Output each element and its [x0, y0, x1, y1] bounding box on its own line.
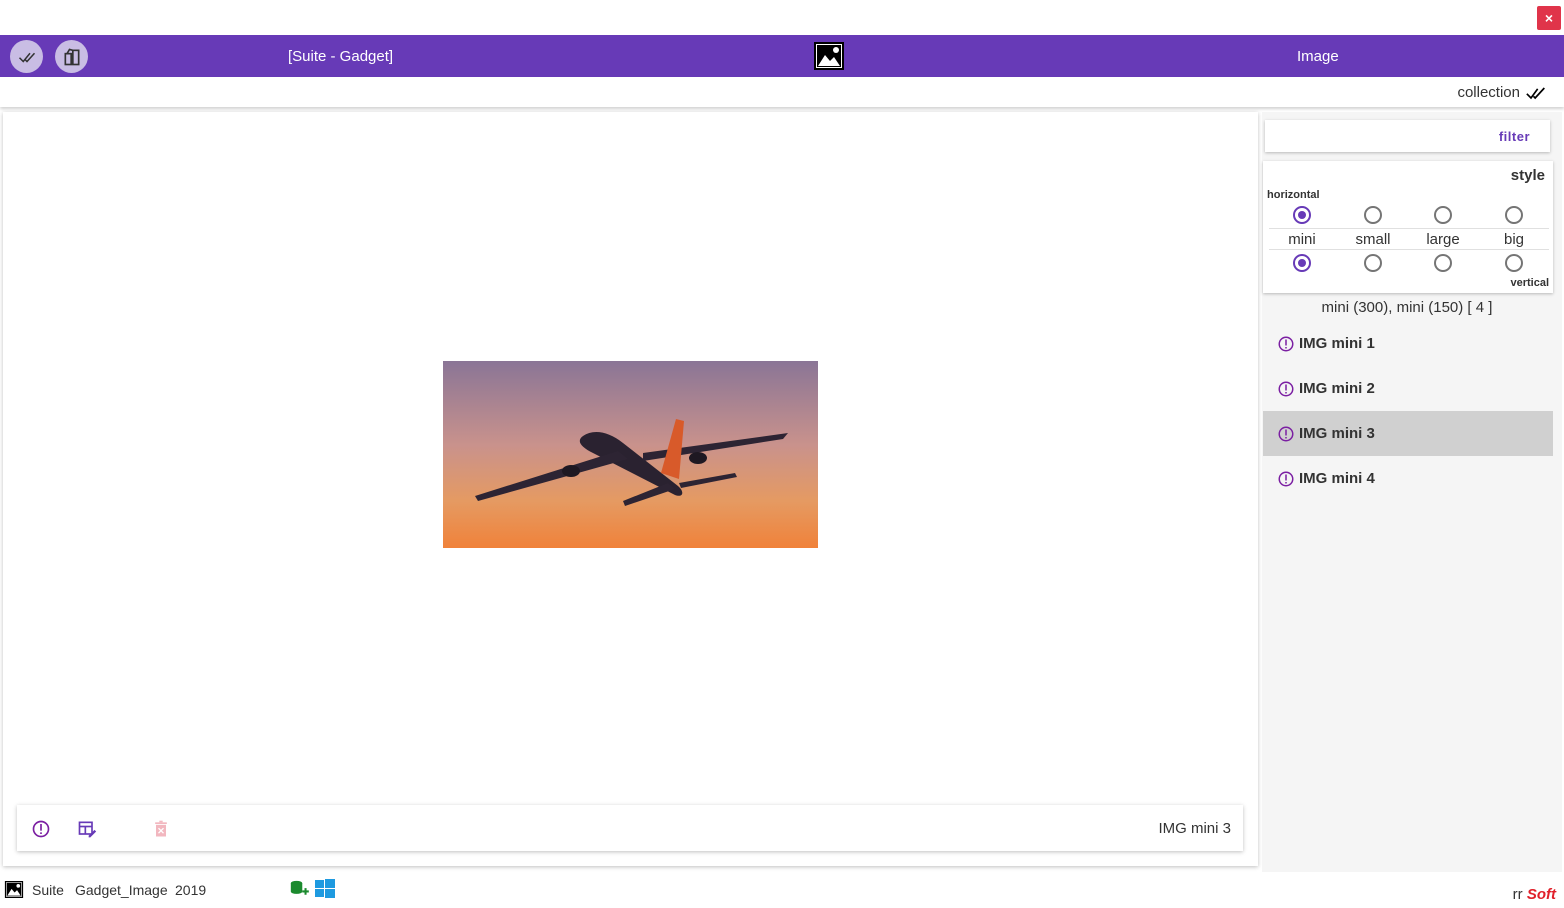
side-panel: filter style horizontal mini small large… — [1262, 112, 1562, 872]
alert-icon — [1278, 471, 1294, 487]
status-suite: Suite — [32, 882, 64, 898]
double-check-icon — [1526, 86, 1545, 99]
size-label-mini: mini — [1288, 231, 1316, 248]
info-alert-icon[interactable] — [31, 819, 51, 839]
vertical-radio-large[interactable] — [1434, 254, 1452, 272]
alert-icon — [1278, 426, 1294, 442]
image-icon — [4, 881, 24, 898]
list-item-label: IMG mini 1 — [1299, 335, 1375, 352]
horizontal-radio-mini[interactable] — [1293, 206, 1311, 224]
size-label-big: big — [1503, 231, 1525, 248]
filter-input[interactable]: filter — [1265, 120, 1550, 152]
airplane-image — [443, 361, 818, 548]
list-item-selected[interactable]: IMG mini 3 — [1263, 411, 1553, 456]
style-title: style — [1510, 167, 1545, 184]
size-label-small: small — [1355, 231, 1391, 248]
sub-bar: collection — [0, 77, 1564, 107]
edit-table-icon[interactable] — [77, 819, 97, 839]
list-item[interactable]: IMG mini 2 — [1263, 366, 1553, 411]
vertical-radio-small[interactable] — [1364, 254, 1382, 272]
section-label: Image — [1297, 48, 1339, 65]
close-button[interactable]: × — [1537, 6, 1561, 30]
status-bar: Suite Gadget_Image 2019 rr Soft — [0, 872, 1564, 908]
window-titlebar: × — [0, 0, 1564, 35]
list-item[interactable]: IMG mini 1 — [1263, 321, 1553, 366]
image-icon — [814, 42, 844, 70]
collection-label: collection — [1457, 84, 1520, 101]
style-card: style horizontal mini small large big ve… — [1263, 161, 1553, 293]
brand-soft: Soft — [1526, 886, 1556, 903]
gadget-button[interactable] — [55, 40, 88, 73]
selection-summary: mini (300), mini (150) [ 4 ] — [1321, 299, 1493, 316]
double-check-icon — [18, 52, 35, 63]
size-label-large: large — [1426, 231, 1460, 248]
database-add-icon[interactable] — [289, 880, 309, 898]
double-check-button[interactable] — [10, 40, 43, 73]
vertical-label: vertical — [1510, 277, 1549, 289]
status-year: 2019 — [175, 882, 207, 898]
page-title: [Suite - Gadget] — [288, 48, 394, 65]
list-item-label: IMG mini 4 — [1299, 470, 1375, 487]
horizontal-radio-small[interactable] — [1364, 206, 1382, 224]
alert-icon — [1278, 336, 1294, 352]
list-item-label: IMG mini 2 — [1299, 380, 1375, 397]
filter-label: filter — [1498, 129, 1530, 144]
alert-icon — [1278, 381, 1294, 397]
divider — [1269, 228, 1549, 229]
brand-rr: rr — [1512, 886, 1523, 903]
horizontal-label: horizontal — [1267, 189, 1320, 201]
vertical-radio-big[interactable] — [1505, 254, 1523, 272]
current-item-label: IMG mini 3 — [1158, 820, 1231, 837]
windows-icon[interactable] — [315, 879, 335, 899]
item-action-bar: IMG mini 3 — [17, 805, 1243, 851]
status-gadget: Gadget_Image — [75, 882, 168, 898]
delete-icon[interactable] — [151, 819, 171, 839]
list-item[interactable]: IMG mini 4 — [1263, 456, 1553, 501]
horizontal-radio-big[interactable] — [1505, 206, 1523, 224]
list-item-label: IMG mini 3 — [1299, 425, 1375, 442]
brand-logo: rr Soft — [1513, 886, 1556, 903]
image-viewer-panel: IMG mini 3 — [3, 112, 1258, 866]
horizontal-radio-large[interactable] — [1434, 206, 1452, 224]
vertical-radio-mini[interactable] — [1293, 254, 1311, 272]
divider — [1269, 249, 1549, 250]
collection-button[interactable]: collection — [1457, 84, 1546, 101]
app-bar: [Suite - Gadget] Image — [0, 35, 1564, 77]
gadget-icon — [64, 48, 79, 65]
